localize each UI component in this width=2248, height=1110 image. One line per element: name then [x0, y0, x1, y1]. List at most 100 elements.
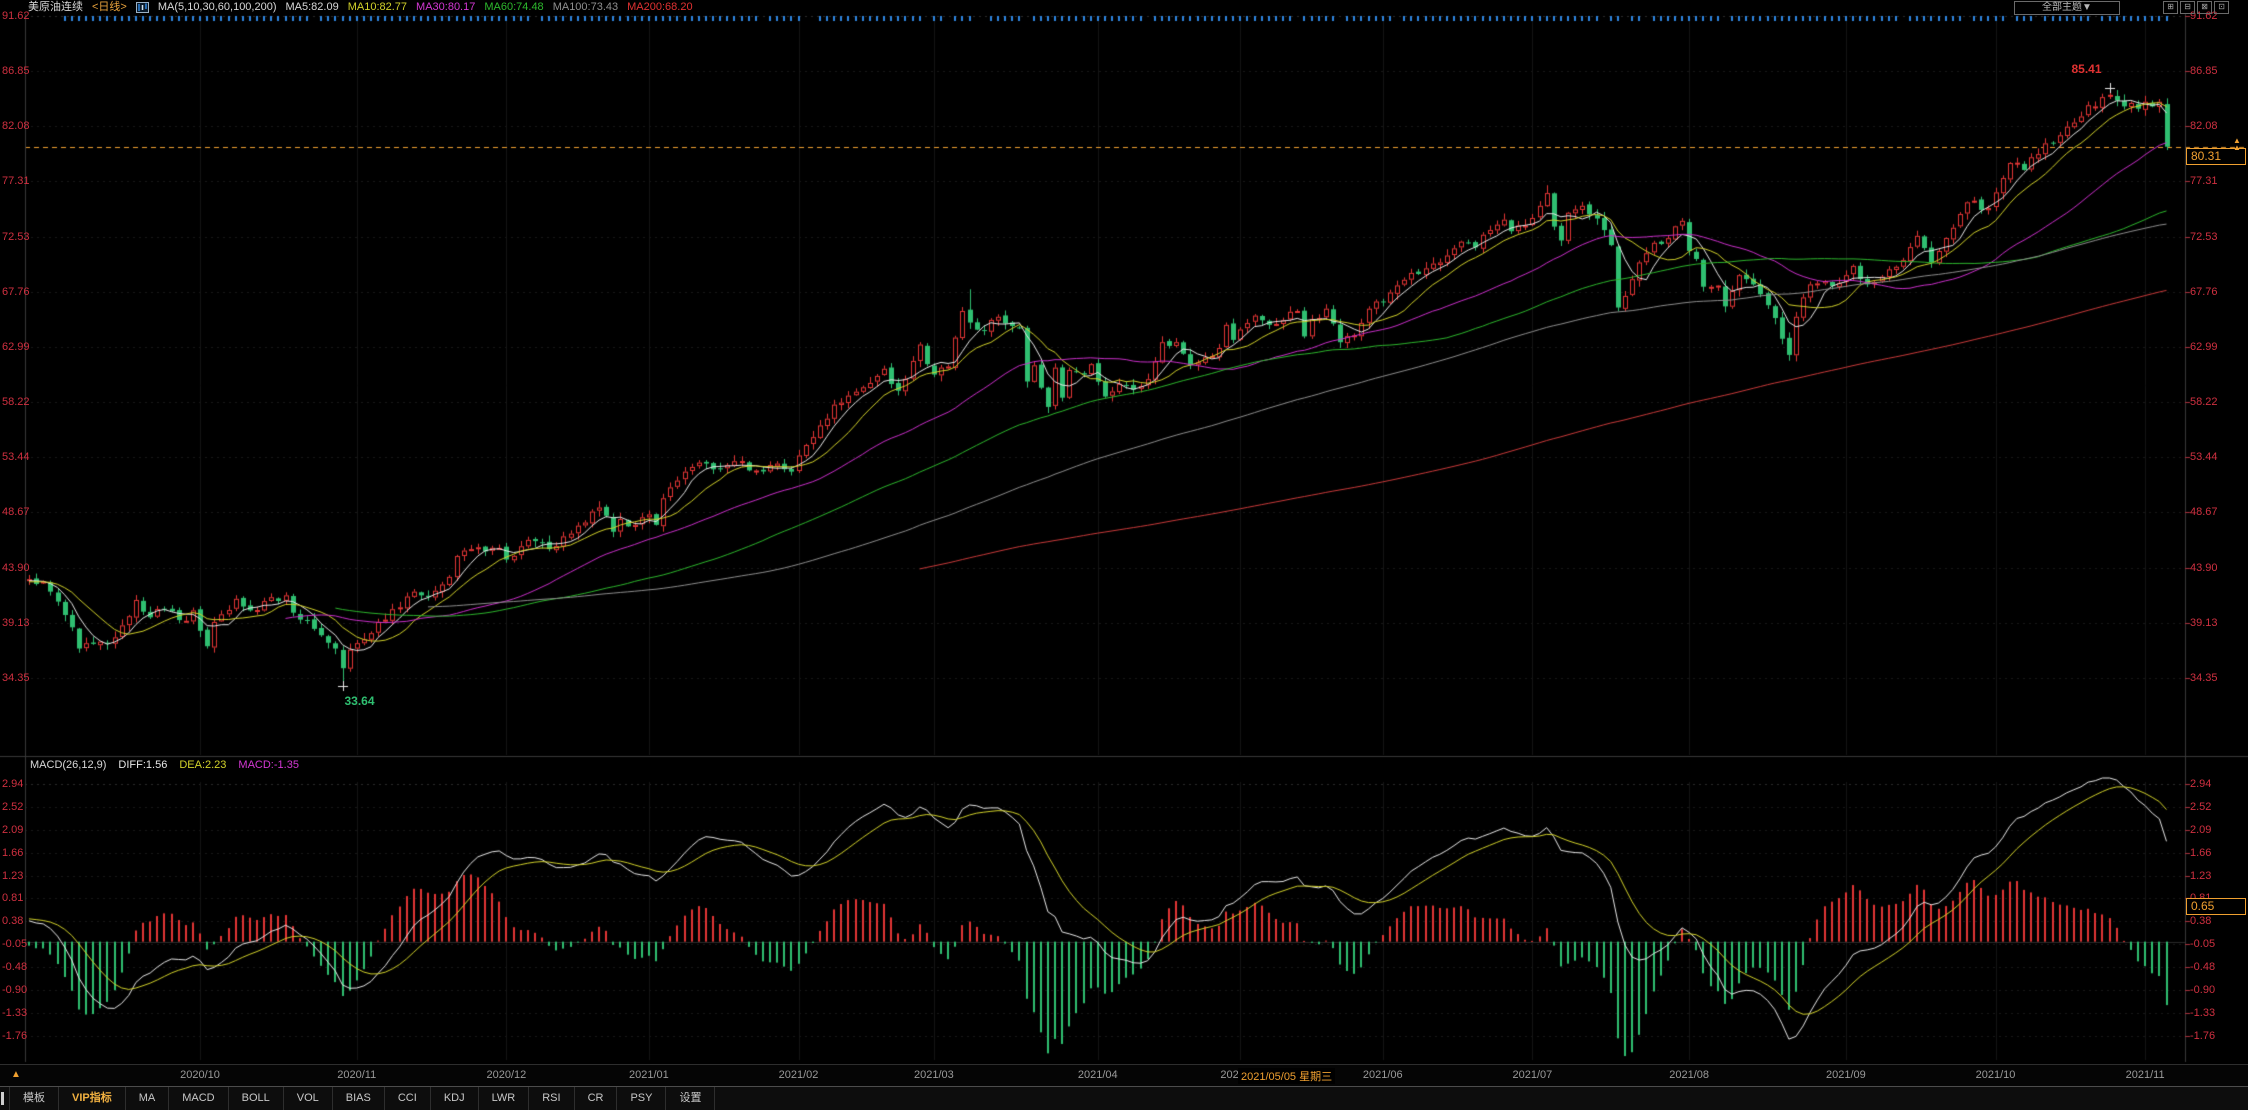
price-axis-label-left: 48.67	[2, 506, 30, 518]
date-tick-label: 2020/11	[337, 1069, 376, 1081]
ma30-value: MA30:80.17	[416, 1, 475, 14]
date-tick-label: 2021/04	[1078, 1069, 1118, 1081]
macd-axis-label-left: 1.23	[2, 870, 23, 882]
macd-axis-label-right: 0.38	[2190, 915, 2211, 927]
date-tick-label: 2021/06	[1363, 1069, 1403, 1081]
indicator-tabbar: 模板VIP指标MAMACDBOLLVOLBIASCCIKDJLWRRSICRPS…	[0, 1086, 2248, 1110]
macd-axis-label-left: -0.90	[2, 984, 27, 996]
price-axis-label-right: 72.53	[2190, 231, 2218, 243]
price-axis-label-left: 86.85	[2, 65, 30, 77]
date-tick-label: 2021/02	[779, 1069, 819, 1081]
date-axis: ▲ 2020/10 2020/11 2020/12 2021/01 2021/02 202…	[0, 1064, 2248, 1086]
tabbar-grip[interactable]	[0, 1087, 10, 1110]
chart-window: 美原油连续 <日线> MA(5,10,30,60,100,200) MA5:82…	[0, 0, 2248, 1110]
price-axis-label-right: 58.22	[2190, 396, 2218, 408]
macd-axis-label-right: -1.76	[2190, 1030, 2215, 1042]
macd-axis-label-right: -1.33	[2190, 1007, 2215, 1019]
chart-header: 美原油连续 <日线> MA(5,10,30,60,100,200) MA5:82…	[28, 0, 693, 14]
date-tick-label: 2021/10	[1976, 1069, 2016, 1081]
macd-axis-label-right: -0.05	[2190, 938, 2215, 950]
macd-axis-label-right: 2.52	[2190, 801, 2211, 813]
price-axis-label-right: 39.13	[2190, 617, 2218, 629]
indicator-tab-PSY[interactable]: PSY	[617, 1087, 666, 1110]
dock-window-icon[interactable]: ⊟	[2180, 1, 2195, 14]
price-axis-label-right: 67.76	[2190, 286, 2218, 298]
ma100-value: MA100:73.43	[553, 1, 618, 14]
indicator-tab-BOLL[interactable]: BOLL	[229, 1087, 284, 1110]
macd-axis-label-right: 1.23	[2190, 870, 2211, 882]
macd-diff-value: DIFF:1.56	[118, 759, 167, 772]
date-tick-label: 2021/11	[2126, 1069, 2165, 1081]
indicator-tab-模板[interactable]: 模板	[10, 1087, 59, 1110]
price-axis-label-left: 91.62	[2, 10, 30, 22]
date-tick-label: 2021/01	[629, 1069, 669, 1081]
price-axis-label-right: 77.31	[2190, 175, 2218, 187]
price-axis-label-left: 39.13	[2, 617, 30, 629]
price-up-arrows-icon: ▲▲	[2233, 137, 2241, 151]
collapse-pane-icon[interactable]: ▲	[11, 1070, 21, 1080]
price-axis-label-left: 67.76	[2, 286, 30, 298]
macd-axis-label-right: -0.48	[2190, 961, 2215, 973]
price-axis-label-left: 34.35	[2, 672, 30, 684]
period-label[interactable]: <日线>	[92, 1, 127, 14]
price-axis-label-right: 43.90	[2190, 562, 2218, 574]
indicator-tab-KDJ[interactable]: KDJ	[431, 1087, 479, 1110]
macd-crosshair-badge: 0.65	[2186, 898, 2246, 915]
macd-axis-label-left: -0.05	[2, 938, 27, 950]
macd-header: MACD(26,12,9) DIFF:1.56 DEA:2.23 MACD:-1…	[30, 759, 299, 772]
macd-macd-value: MACD:-1.35	[238, 759, 299, 772]
ma200-value: MA200:68.20	[627, 1, 692, 14]
ma-settings-label: MA(5,10,30,60,100,200)	[158, 1, 277, 14]
date-tick-label: 2021/03	[914, 1069, 954, 1081]
macd-axis-label-right: 2.94	[2190, 778, 2211, 790]
macd-axis-label-right: -0.90	[2190, 984, 2215, 996]
indicator-tab-VOL[interactable]: VOL	[284, 1087, 333, 1110]
theme-selector-button[interactable]: 全部主题▼	[2014, 1, 2120, 15]
price-axis-label-left: 82.08	[2, 120, 30, 132]
date-tick-label: 2021/09	[1826, 1069, 1866, 1081]
tile-window-icon[interactable]: ⊠	[2197, 1, 2212, 14]
window-toolbar: ⊞ ⊟ ⊠ ⊡	[2163, 1, 2229, 14]
pan-icon[interactable]: ⊞	[2163, 1, 2178, 14]
price-axis-label-left: 72.53	[2, 231, 30, 243]
price-axis-label-right: 62.99	[2190, 341, 2218, 353]
macd-axis-label-left: -1.33	[2, 1007, 27, 1019]
indicator-tab-VIP指标[interactable]: VIP指标	[59, 1087, 126, 1110]
macd-axis-label-left: -1.76	[2, 1030, 27, 1042]
macd-dea-value: DEA:2.23	[179, 759, 226, 772]
macd-axis-label-right: 1.66	[2190, 847, 2211, 859]
price-axis-label-right: 53.44	[2190, 451, 2218, 463]
indicator-tab-CCI[interactable]: CCI	[385, 1087, 431, 1110]
pop-out-icon[interactable]: ⊡	[2214, 1, 2229, 14]
indicator-tab-RSI[interactable]: RSI	[529, 1087, 574, 1110]
ma5-value: MA5:82.09	[286, 1, 339, 14]
indicator-tab-BIAS[interactable]: BIAS	[333, 1087, 385, 1110]
macd-axis-label-left: 1.66	[2, 847, 23, 859]
high-price-label: 85.41	[2072, 62, 2102, 76]
indicator-tab-CR[interactable]: CR	[575, 1087, 618, 1110]
macd-axis-label-left: 2.09	[2, 824, 23, 836]
price-axis-label-right: 48.67	[2190, 506, 2218, 518]
indicator-tab-设置[interactable]: 设置	[666, 1087, 715, 1110]
price-axis-label-right: 82.08	[2190, 120, 2218, 132]
macd-axis-label-left: 0.81	[2, 892, 23, 904]
price-axis-label-left: 58.22	[2, 396, 30, 408]
macd-settings-label[interactable]: MACD(26,12,9)	[30, 759, 106, 772]
date-tick-label: 2021/08	[1669, 1069, 1709, 1081]
date-tick-label: 2020/10	[180, 1069, 220, 1081]
low-price-label: 33.64	[345, 694, 375, 708]
date-tick-label: 2020/12	[486, 1069, 526, 1081]
ma10-value: MA10:82.77	[348, 1, 407, 14]
ma60-value: MA60:74.48	[484, 1, 543, 14]
macd-axis-label-left: -0.48	[2, 961, 27, 973]
indicator-tab-MACD[interactable]: MACD	[169, 1087, 228, 1110]
indicator-tab-LWR[interactable]: LWR	[479, 1087, 530, 1110]
chart-type-icon[interactable]	[136, 2, 149, 13]
macd-axis-label-left: 2.52	[2, 801, 23, 813]
price-axis-label-right: 34.35	[2190, 672, 2218, 684]
indicator-tab-MA[interactable]: MA	[126, 1087, 170, 1110]
crosshair-date-label: 2021/05/05 星期三	[1238, 1068, 1335, 1084]
price-axis-label-left: 43.90	[2, 562, 30, 574]
price-macd-canvas[interactable]	[0, 0, 2248, 1110]
symbol-name[interactable]: 美原油连续	[28, 1, 83, 14]
